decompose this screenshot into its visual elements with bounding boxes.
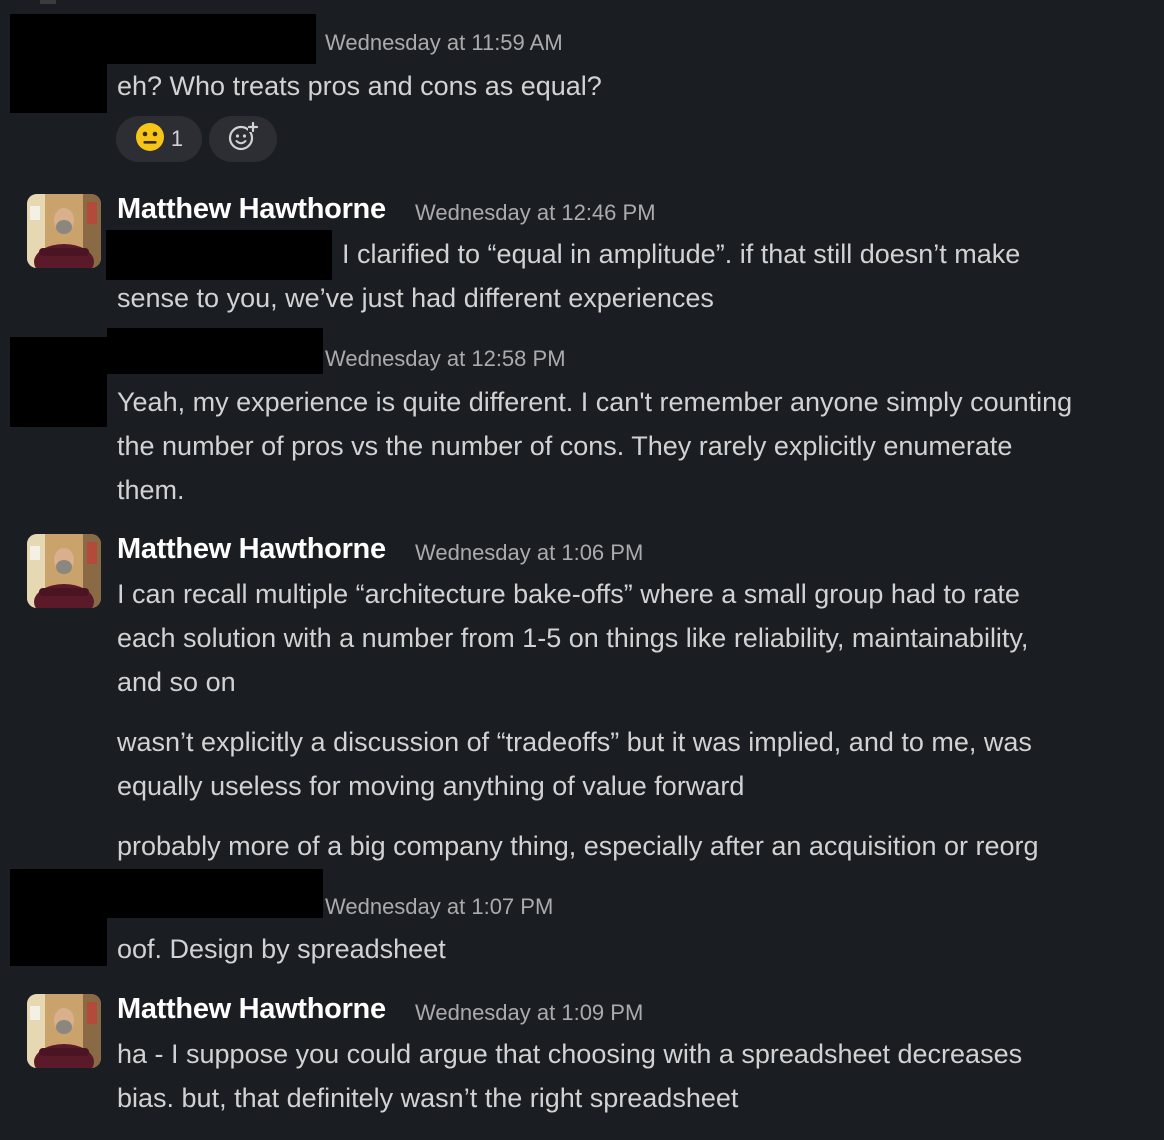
timestamp[interactable]: Wednesday at 12:58 PM: [325, 346, 566, 372]
message-text: ha - I suppose you could argue that choo…: [117, 1032, 1022, 1120]
reaction-count: 1: [170, 126, 184, 151]
message-line: I can recall multiple “architecture bake…: [117, 579, 1020, 609]
message-text: probably more of a big company thing, es…: [117, 824, 1039, 868]
avatar[interactable]: [27, 194, 101, 268]
redacted-author-name[interactable]: [107, 869, 323, 918]
message-line: the number of pros vs the number of cons…: [117, 431, 1013, 461]
reaction-pill[interactable]: 1: [116, 116, 202, 162]
message-text: oof. Design by spreadsheet: [117, 927, 446, 971]
redacted-author-name[interactable]: [107, 328, 323, 374]
avatar[interactable]: [27, 534, 101, 608]
timestamp[interactable]: Wednesday at 1:07 PM: [325, 894, 553, 920]
message-text: I clarified to “equal in amplitude”. if …: [117, 232, 1020, 320]
message: Matthew Hawthorne Wednesday at 1:06 PM I…: [0, 525, 1164, 870]
message: Matthew Hawthorne Wednesday at 12:46 PM …: [0, 185, 1164, 320]
message-text: wasn’t explicitly a discussion of “trade…: [117, 720, 1032, 808]
timestamp[interactable]: Wednesday at 12:46 PM: [415, 200, 656, 226]
timestamp[interactable]: Wednesday at 11:59 AM: [325, 30, 563, 56]
message-line: ha - I suppose you could argue that choo…: [117, 1039, 1023, 1069]
timestamp[interactable]: Wednesday at 1:09 PM: [415, 1000, 643, 1026]
add-reaction-button[interactable]: [209, 116, 277, 162]
message: Matthew Hawthorne Wednesday at 1:09 PM h…: [0, 985, 1164, 1135]
message-line: oof. Design by spreadsheet: [117, 934, 446, 964]
message-text: eh? Who treats pros and cons as equal?: [117, 64, 602, 108]
message-line: I clarified to “equal in amplitude”. if …: [342, 239, 1021, 269]
message-line: probably more of a big company thing, es…: [117, 831, 1039, 861]
author-name[interactable]: Matthew Hawthorne: [117, 193, 386, 226]
message: Wednesday at 11:59 AM eh? Who treats pro…: [0, 0, 1164, 175]
message-text: I can recall multiple “architecture bake…: [117, 572, 1028, 704]
message-line: eh? Who treats pros and cons as equal?: [117, 71, 602, 101]
message-line: each solution with a number from 1-5 on …: [117, 623, 1029, 653]
message-text: Yeah, my experience is quite different. …: [117, 380, 1072, 512]
message: Wednesday at 12:58 PM Yeah, my experienc…: [0, 325, 1164, 525]
timestamp[interactable]: Wednesday at 1:06 PM: [415, 540, 643, 566]
message-line: equally useless for moving anything of v…: [117, 771, 745, 801]
message-line: wasn’t explicitly a discussion of “trade…: [117, 727, 1032, 757]
message-line: and so on: [117, 667, 236, 697]
redacted-avatar: [10, 869, 107, 966]
add-emoji-icon: [227, 121, 259, 158]
message-line: bias. but, that definitely wasn’t the ri…: [117, 1083, 739, 1113]
message-line: Yeah, my experience is quite different. …: [117, 387, 1073, 417]
message-line: sense to you, we’ve just had different e…: [117, 283, 714, 313]
message: Wednesday at 1:07 PM oof. Design by spre…: [0, 868, 1164, 978]
message-line: them.: [117, 475, 185, 505]
author-name[interactable]: Matthew Hawthorne: [117, 533, 386, 566]
neutral-face-icon: [135, 122, 165, 157]
redacted-avatar: [10, 14, 107, 113]
author-name[interactable]: Matthew Hawthorne: [117, 993, 386, 1026]
redacted-avatar: [10, 337, 107, 427]
avatar[interactable]: [27, 994, 101, 1068]
redacted-author-name[interactable]: [107, 14, 316, 64]
